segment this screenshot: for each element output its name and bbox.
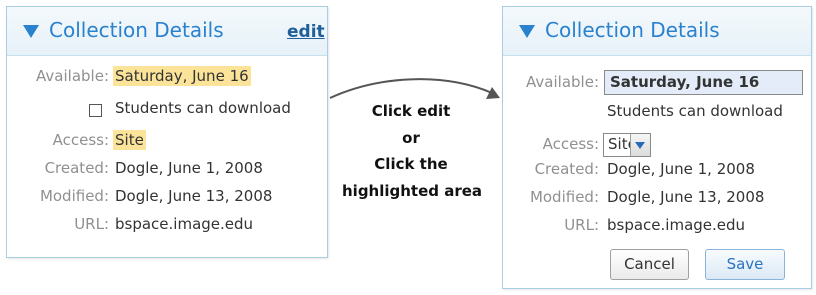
modified-label: Modified: bbox=[529, 188, 599, 206]
access-highlight[interactable]: Site bbox=[113, 130, 146, 150]
url-value: bspace.image.edu bbox=[607, 216, 746, 234]
collapse-triangle-icon[interactable] bbox=[23, 25, 39, 38]
download-label: Students can download bbox=[115, 99, 291, 117]
access-label: Access: bbox=[542, 135, 599, 153]
available-label: Available: bbox=[526, 73, 599, 91]
access-dropdown-button[interactable] bbox=[630, 134, 650, 156]
access-select[interactable]: Site bbox=[603, 133, 651, 157]
instruction-line: highlighted area bbox=[342, 182, 483, 200]
available-date-input[interactable]: Saturday, June 16 bbox=[604, 70, 803, 95]
save-button[interactable]: Save bbox=[705, 249, 785, 280]
modified-label: Modified: bbox=[39, 187, 109, 205]
edit-link[interactable]: edit bbox=[287, 22, 325, 42]
url-value: bspace.image.edu bbox=[115, 215, 254, 233]
panel-header: Collection Details edit bbox=[7, 7, 327, 56]
download-label: Students can download bbox=[607, 102, 783, 120]
available-label: Available: bbox=[36, 67, 109, 85]
panel-title: Collection Details bbox=[49, 18, 224, 42]
available-value: Saturday, June 16 bbox=[113, 66, 251, 86]
dropdown-chevron-icon bbox=[635, 142, 645, 149]
url-label: URL: bbox=[564, 216, 599, 234]
modified-value: Dogle, June 13, 2008 bbox=[115, 187, 273, 205]
created-label: Created: bbox=[44, 159, 109, 177]
created-value: Dogle, June 1, 2008 bbox=[607, 160, 755, 178]
modified-value: Dogle, June 13, 2008 bbox=[607, 188, 765, 206]
collection-details-panel-edit: Collection Details Available: Saturday, … bbox=[502, 6, 812, 289]
access-label: Access: bbox=[52, 131, 109, 149]
instruction-line: Click edit bbox=[371, 102, 451, 120]
download-checkbox[interactable] bbox=[89, 104, 102, 117]
access-value: Site bbox=[113, 130, 146, 150]
instruction-line: Click the bbox=[374, 155, 448, 173]
panel-title: Collection Details bbox=[545, 18, 720, 42]
available-highlight[interactable]: Saturday, June 16 bbox=[113, 66, 251, 86]
instruction-line: or bbox=[402, 129, 420, 147]
cancel-button[interactable]: Cancel bbox=[610, 249, 689, 280]
created-label: Created: bbox=[534, 160, 599, 178]
created-value: Dogle, June 1, 2008 bbox=[115, 159, 263, 177]
collapse-triangle-icon[interactable] bbox=[519, 25, 535, 38]
panel-header: Collection Details bbox=[503, 7, 811, 56]
collection-details-panel-view: Collection Details edit Available: Satur… bbox=[6, 6, 328, 258]
url-label: URL: bbox=[74, 215, 109, 233]
